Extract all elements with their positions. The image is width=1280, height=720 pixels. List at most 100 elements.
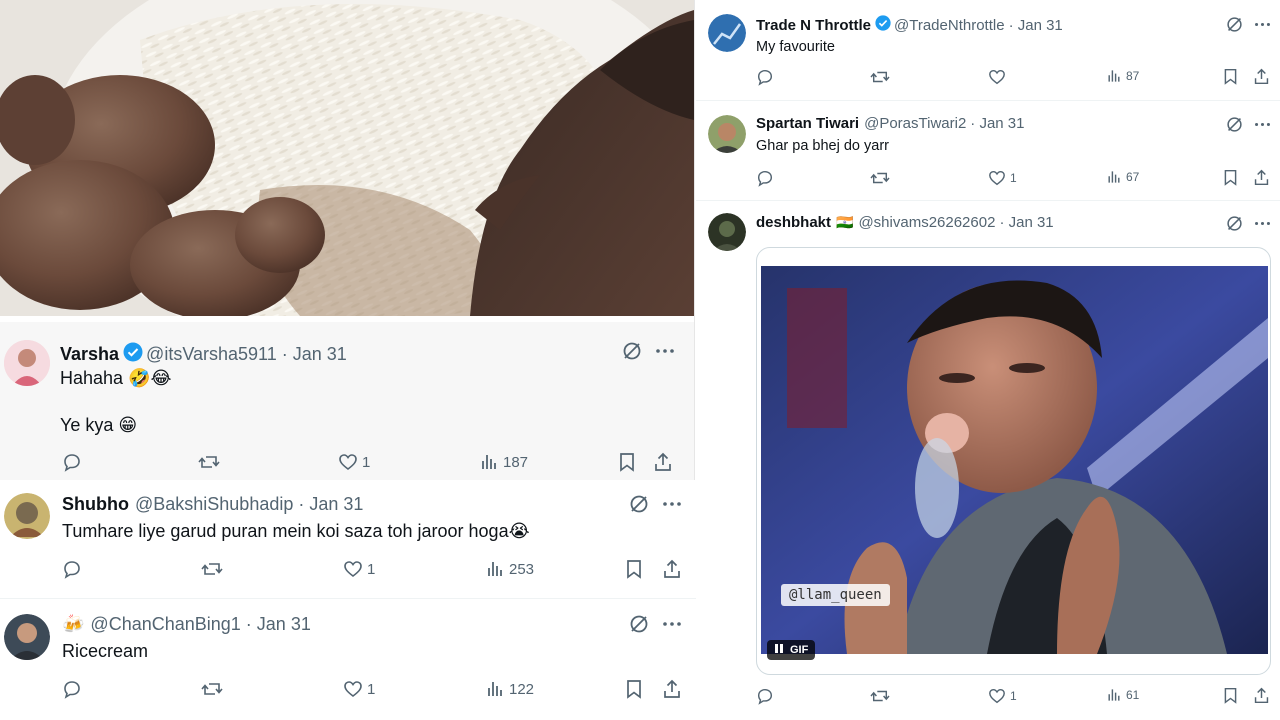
avatar[interactable] (4, 340, 50, 386)
retweet-button[interactable] (201, 679, 223, 699)
retweet-button[interactable] (870, 68, 890, 86)
retweet-button[interactable] (870, 169, 890, 187)
reply-button[interactable] (62, 452, 82, 472)
reply-button[interactable] (756, 68, 774, 86)
more-icon[interactable] (1254, 116, 1271, 138)
views-icon (1108, 171, 1120, 183)
reply-button[interactable] (62, 679, 82, 699)
gif-control[interactable]: GIF (767, 640, 816, 660)
views-button[interactable]: 61 (1106, 687, 1139, 703)
grok-icon[interactable] (629, 494, 649, 519)
gif-badge: GIF (790, 644, 809, 656)
retweet-button[interactable] (870, 687, 890, 705)
retweet-icon (870, 690, 890, 702)
bookmark-button[interactable] (1222, 169, 1239, 186)
avatar[interactable] (708, 115, 746, 153)
share-button[interactable] (662, 559, 682, 579)
user-handle[interactable]: @PorasTiwari2 (864, 115, 966, 132)
user-handle[interactable]: @ChanChanBing1 (90, 614, 240, 635)
share-button[interactable] (1253, 68, 1270, 85)
grok-icon[interactable] (1226, 116, 1243, 138)
tweet-date[interactable]: · Jan 31 (246, 614, 311, 635)
like-button[interactable]: 1 (988, 687, 1017, 705)
like-button[interactable]: 1 (338, 452, 370, 472)
like-icon (344, 561, 362, 578)
more-icon[interactable] (1254, 215, 1271, 237)
tweet-trade-n-throttle[interactable]: Trade N Throttle @TradeNthrottle · Jan 3… (696, 0, 1280, 100)
like-button[interactable]: 1 (343, 679, 375, 699)
user-handle[interactable]: @TradeNthrottle (894, 17, 1005, 34)
share-button[interactable] (662, 679, 682, 699)
grok-icon[interactable] (1226, 215, 1243, 237)
reply-button[interactable] (62, 559, 82, 579)
share-button[interactable] (653, 452, 673, 472)
bookmark-button[interactable] (624, 559, 644, 579)
bookmark-button[interactable] (617, 452, 637, 472)
tweet-chanchanbing[interactable]: 🍻 @ChanChanBing1 · Jan 31 Ricecream 1 12… (0, 600, 700, 718)
views-button[interactable]: 187 (479, 452, 528, 472)
tweet-date[interactable]: · Jan 31 (970, 115, 1024, 132)
reply-icon (64, 681, 80, 699)
views-button[interactable]: 122 (485, 679, 534, 699)
tweet-spartan-tiwari[interactable]: Spartan Tiwari @PorasTiwari2 · Jan 31 Gh… (696, 101, 1280, 200)
like-button[interactable]: 1 (343, 559, 375, 579)
more-icon[interactable] (662, 614, 682, 639)
bookmark-button[interactable] (1222, 68, 1239, 85)
food-photo (0, 0, 694, 316)
tweet-date[interactable]: · Jan 31 (999, 214, 1053, 231)
more-icon[interactable] (655, 341, 675, 366)
retweet-button[interactable] (198, 452, 220, 472)
tweet-shubho[interactable]: Shubho @BakshiShubhadip · Jan 31 Tumhare… (0, 482, 700, 598)
tweet-date[interactable]: · Jan 31 (282, 344, 347, 365)
retweet-button[interactable] (201, 559, 223, 579)
user-handle[interactable]: @shivams26262602 (858, 214, 995, 231)
tweet-header: 🍻 @ChanChanBing1 · Jan 31 (62, 614, 311, 635)
share-button[interactable] (1253, 687, 1270, 704)
pause-icon[interactable] (774, 643, 784, 657)
tweet-date[interactable]: · Jan 31 (298, 494, 363, 515)
views-button[interactable]: 67 (1106, 169, 1139, 185)
like-button[interactable] (988, 68, 1010, 86)
tweet-actions: 1 61 (696, 687, 1280, 707)
bookmark-button[interactable] (1222, 687, 1239, 704)
user-handle[interactable]: @itsVarsha5911 (146, 344, 277, 365)
grok-icon[interactable] (1226, 16, 1243, 38)
like-count: 1 (1010, 171, 1017, 185)
reply-button[interactable] (756, 169, 774, 187)
grok-icon[interactable] (622, 341, 642, 366)
views-count: 253 (509, 560, 535, 578)
avatar[interactable] (708, 14, 746, 52)
avatar[interactable] (708, 213, 746, 251)
tweet-actions: 1 253 (0, 559, 700, 583)
more-icon[interactable] (1254, 16, 1271, 38)
tweet-varsha[interactable]: Varsha @itsVarsha5911 · Jan 31 Hahaha 🤣😂… (0, 322, 694, 480)
avatar[interactable] (4, 614, 50, 660)
views-button[interactable]: 87 (1106, 68, 1139, 84)
tweet-header: Spartan Tiwari @PorasTiwari2 · Jan 31 (756, 115, 1025, 132)
display-name-emoji[interactable]: 🍻 (62, 614, 84, 635)
user-handle[interactable]: @BakshiShubhadip (135, 494, 293, 515)
like-count: 1 (362, 453, 371, 471)
share-button[interactable] (1253, 169, 1270, 186)
verified-badge-icon (123, 342, 143, 367)
views-button[interactable]: 253 (485, 559, 534, 579)
display-name[interactable]: Spartan Tiwari (756, 115, 859, 132)
share-icon (1254, 687, 1269, 704)
tweet-header: Varsha @itsVarsha5911 · Jan 31 (60, 342, 347, 367)
display-name[interactable]: deshbhakt (756, 214, 831, 231)
share-icon (655, 452, 671, 471)
bookmark-icon (1224, 687, 1237, 704)
more-icon[interactable] (662, 494, 682, 519)
like-button[interactable]: 1 (988, 169, 1017, 187)
display-name[interactable]: Varsha (60, 344, 119, 365)
display-name[interactable]: Trade N Throttle (756, 17, 871, 34)
avatar[interactable] (4, 493, 50, 539)
display-name[interactable]: Shubho (62, 494, 129, 515)
tweet-date[interactable]: · Jan 31 (1009, 17, 1063, 34)
reply-button[interactable] (756, 687, 774, 705)
gif-media[interactable]: @llam_queen GIF (756, 247, 1271, 675)
tweet-top-icons (1226, 116, 1271, 138)
flag-emoji: 🇮🇳 (836, 214, 854, 230)
grok-icon[interactable] (629, 614, 649, 639)
bookmark-button[interactable] (624, 679, 644, 699)
